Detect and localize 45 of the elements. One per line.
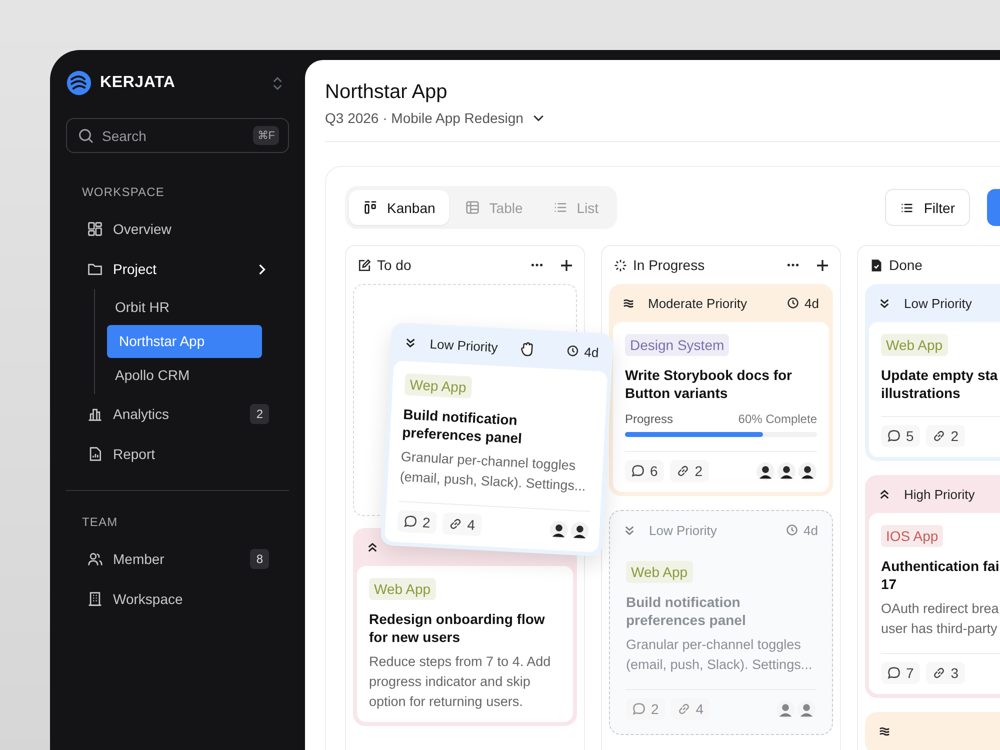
section-title: WORKSPACE (82, 185, 166, 199)
tag-label: Design System (625, 334, 730, 356)
brand-name: KERJATA (100, 74, 176, 92)
card-title: Redesign onboarding flow for new users (369, 610, 546, 646)
link-count: 3 (950, 665, 959, 681)
comment-count: 7 (906, 665, 914, 681)
comment-count: 6 (650, 463, 658, 479)
column-title: In Progress (633, 257, 706, 273)
tag-label: Web App (626, 561, 693, 583)
shortcut-key: ⌘F (253, 126, 279, 145)
count-badge: 8 (250, 549, 269, 569)
priority-label: Moderate Priority (648, 296, 747, 310)
card-title: Authentication fai 17 (881, 557, 1000, 593)
due-time: 4d (804, 522, 818, 538)
page-title: Northstar App (325, 80, 448, 105)
card-description: Granular per-channel toggles (email, push, Slack). Settings... (626, 636, 814, 674)
column-title: Done (889, 257, 924, 273)
card-title: Build notification preferences panel (402, 405, 524, 448)
card-description: Reduce steps from 7 to 4. Add progress indicator and skip option for returning users. (369, 653, 552, 711)
section-title: TEAM (82, 515, 119, 529)
priority-label: Low Priority (649, 522, 717, 538)
comment-count: 2 (422, 514, 431, 531)
due-time: 4d (584, 344, 600, 360)
comment-count: 5 (906, 428, 914, 444)
card-description: OAuth redirect brea user has third-party (881, 600, 1000, 638)
priority-label: Low Priority (430, 336, 498, 354)
card-title: Update empty sta illustrations (881, 366, 999, 402)
comment-count: 2 (651, 701, 659, 717)
due-time: 4d (804, 296, 819, 310)
priority-label: High Priority (904, 486, 975, 502)
progress-label: Progress (625, 412, 674, 426)
link-count: 4 (696, 701, 704, 717)
link-count: 2 (694, 463, 703, 479)
priority-label: Low Priority (904, 296, 972, 310)
tag-label: Web App (881, 334, 948, 356)
card-title: Build notification preferences panel (626, 593, 747, 629)
tag-label: Wep App (404, 373, 472, 399)
progress-reading: 60% Complete (738, 412, 817, 426)
card-description: Granular per-channel toggles (email, push, Slack). Settings... (399, 448, 588, 496)
tag-label: IOS App (881, 525, 944, 547)
link-count: 2 (950, 428, 959, 444)
count-badge: 2 (250, 404, 269, 424)
column-title: To do (377, 257, 412, 273)
card-title: Write Storybook docs for Button variants (625, 366, 793, 402)
tag-label: Web App (369, 578, 436, 600)
